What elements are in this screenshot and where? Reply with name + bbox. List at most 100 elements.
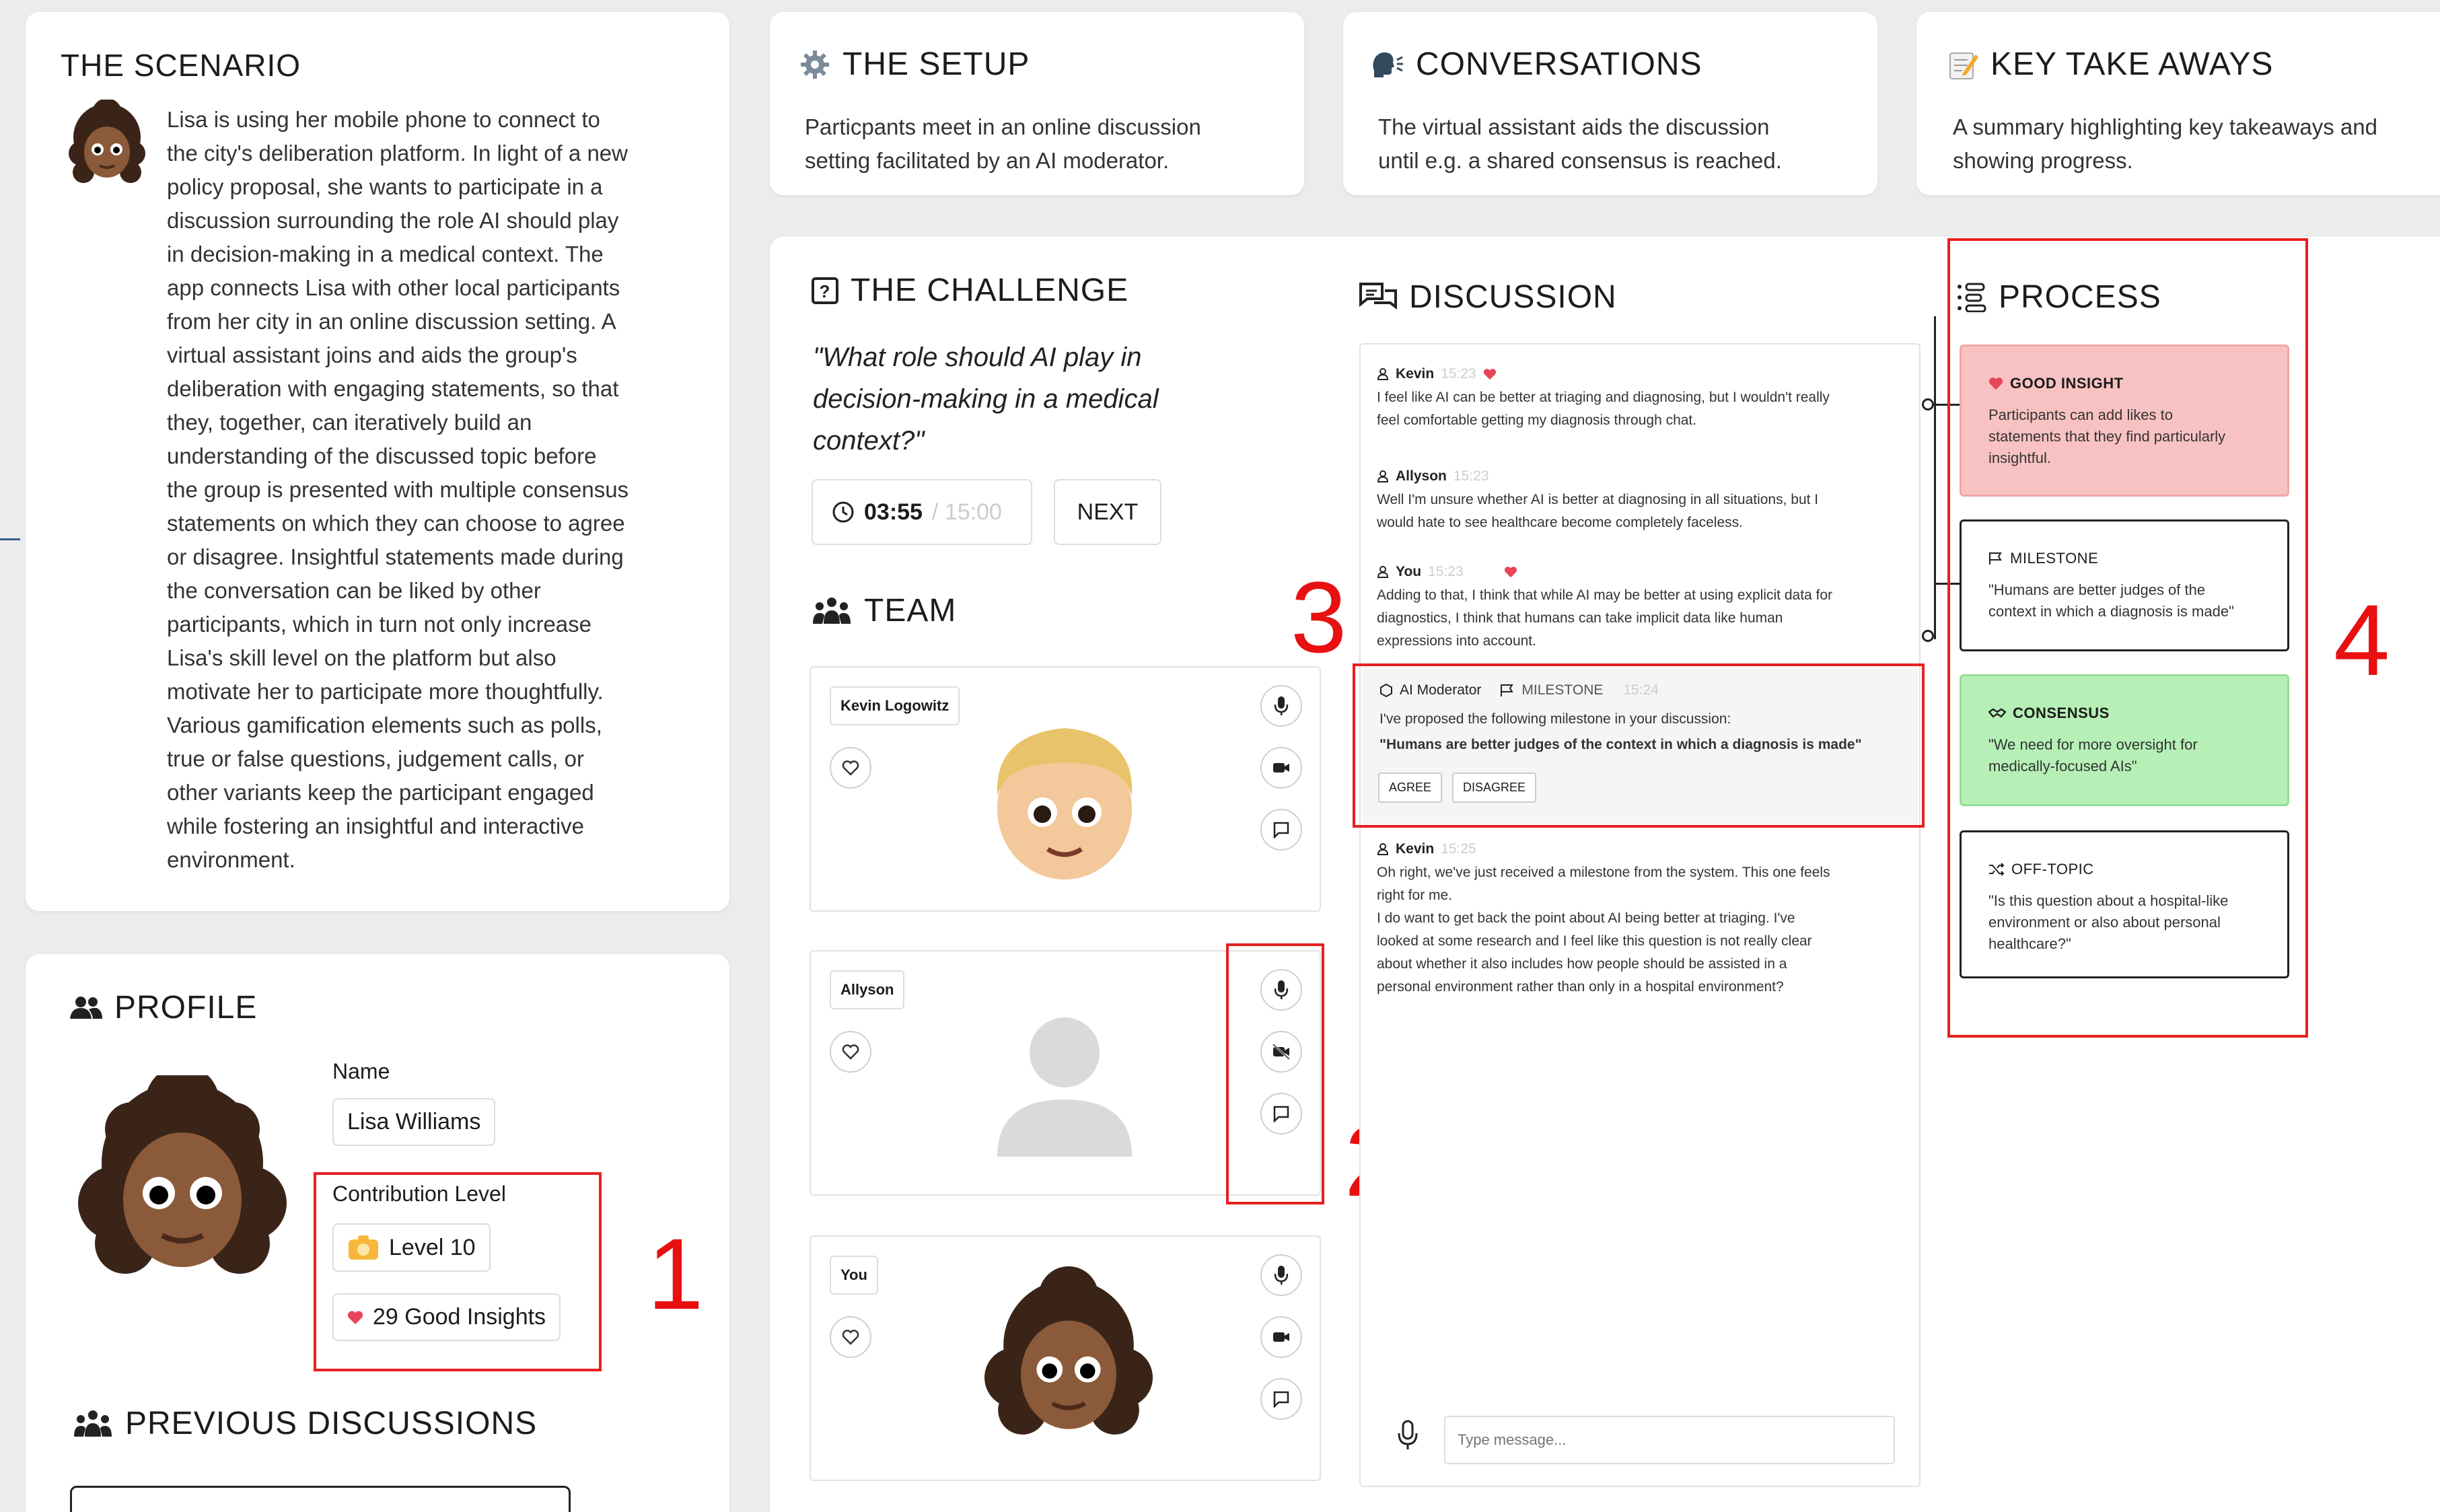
question-icon: ? [812,277,838,304]
timestamp: 15:23 [1441,366,1476,382]
challenge-title-row: ? THE CHALLENGE [812,272,1128,309]
message-line: about whether it also includes how peopl… [1377,956,1787,972]
camera-button[interactable] [1260,747,1302,789]
message-line: I feel like AI can be better at triaging… [1377,390,1830,405]
message-line: expressions into account. [1377,633,1536,649]
scenario-line: app connects Lisa with other local parti… [167,275,620,300]
scenario-line: statements on which they can choose to a… [167,511,625,536]
message-input[interactable] [1444,1416,1895,1464]
memo-icon [1947,49,1978,80]
scenario-line: in decision-making in a medical context.… [167,242,604,266]
takeaways-line: A summary highlighting key takeaways and [1953,114,2377,139]
annotation-number-4: 4 [2334,583,2390,696]
clock-icon [832,501,855,524]
setup-line: setting facilitated by an AI moderator. [805,148,1170,173]
message-text: I feel like AI can be better at triaging… [1377,386,1908,432]
message-allyson: Allyson 15:23 Well I'm unsure whether AI… [1377,468,1908,534]
takeaways-title-row: KEY TAKE AWAYS [1947,46,2273,83]
scenario-line: discussion surrounding the role AI shoul… [167,208,619,233]
timer: 03:55 / 15:00 [812,479,1032,545]
mic-button[interactable] [1260,1254,1302,1296]
user-icon [1377,566,1389,578]
author: Kevin [1396,366,1435,382]
chat-button[interactable] [1260,1378,1302,1420]
scenario-line: they, together, can iteratively build an [167,410,532,435]
question-line: "What role should AI play in [813,343,1142,372]
name-field[interactable]: Lisa Williams [332,1098,496,1146]
avatar-you [984,1264,1153,1459]
member-name: You [830,1256,878,1295]
timeline-line [1934,316,1936,639]
discussion-icon [1359,282,1397,312]
heart-icon[interactable] [1504,566,1517,578]
member-name: Allyson [830,970,905,1009]
scenario-line: from her city in an online discussion se… [167,309,616,334]
camera-button[interactable] [1260,1316,1302,1358]
question-line: decision-making in a medical [813,384,1159,414]
scenario-title: THE SCENARIO [61,48,301,83]
annotation-number-1: 1 [647,1217,704,1330]
message-header: Kevin 15:25 [1377,841,1908,857]
annotation-box-1 [314,1172,602,1371]
scenario-line: virtual assistant joins and aids the gro… [167,343,577,367]
message-line: feel comfortable getting my diagnosis th… [1377,412,1697,428]
message-header: Kevin 15:23 [1377,366,1908,382]
user-icon [1377,843,1389,855]
previous-title-row: PREVIOUS DISCUSSIONS [73,1405,537,1442]
takeaways-card: KEY TAKE AWAYS A summary highlighting ke… [1916,12,2440,195]
timer-elapsed: 03:55 [864,499,923,525]
message-line: diagnostics, I think that humans can tak… [1377,610,1783,626]
chat-button[interactable] [1260,809,1302,851]
setup-card: THE SETUP Particpants meet in an online … [770,12,1304,195]
message-line: would hate to see healthcare become comp… [1377,515,1743,530]
scenario-line: participants, which in turn not only inc… [167,612,591,637]
scenario-line: Lisa is using her mobile phone to connec… [167,107,600,132]
scenario-line: the conversation can be liked by other [167,578,541,603]
team-tile-kevin: Kevin Logowitz [810,666,1321,912]
scenario-line: Lisa's skill level on the platform but a… [167,645,557,670]
voice-input-icon[interactable] [1397,1420,1419,1454]
like-button[interactable] [830,747,871,789]
like-button[interactable] [830,1316,871,1358]
mic-button[interactable] [1260,685,1302,727]
like-button[interactable] [830,1031,871,1073]
scenario-line: while fostering an insightful and intera… [167,814,585,838]
svg-text:?: ? [820,281,831,301]
conversations-line: The virtual assistant aids the discussio… [1378,114,1770,139]
previous-discussion-item[interactable] [70,1486,571,1512]
message-text: Well I'm unsure whether AI is better at … [1377,489,1908,534]
scenario-line: policy proposal, she wants to participat… [167,174,603,199]
conversations-title: CONVERSATIONS [1416,46,1702,82]
timestamp: 15:23 [1428,564,1464,579]
previous-title: PREVIOUS DISCUSSIONS [125,1406,538,1441]
author: Allyson [1396,468,1447,484]
profile-title: PROFILE [114,990,258,1025]
placeholder-avatar [987,1005,1142,1160]
avatar-kevin [987,715,1142,883]
group-icon [73,1410,113,1438]
message-line: Well I'm unsure whether AI is better at … [1377,492,1819,507]
speaking-head-icon [1371,50,1404,79]
takeaways-line: showing progress. [1953,148,2133,173]
scenario-line: Various gamification elements such as po… [167,713,602,737]
scenario-line: the city's deliberation platform. In lig… [167,141,628,166]
author: You [1396,564,1422,579]
team-tile-you: You [810,1235,1321,1481]
conversations-card: CONVERSATIONS The virtual assistant aids… [1343,12,1877,195]
question-line: context?" [813,426,925,456]
timer-total: / 15:00 [931,499,1002,525]
message-line: I do want to get back the point about AI… [1377,910,1795,926]
next-button[interactable]: NEXT [1054,479,1161,545]
profile-title-row: PROFILE [70,989,257,1026]
message-line: personal environment rather than only in… [1377,979,1784,995]
timeline-node [1922,630,1934,642]
scenario-card: THE SCENARIO Lisa is using her mobile ph… [26,12,729,911]
timestamp: 15:25 [1441,841,1476,857]
message-kevin: Kevin 15:23 I feel like AI can be better… [1377,366,1908,432]
name-label: Name [332,1059,390,1083]
annotation-box-2 [1226,943,1324,1204]
heart-icon[interactable] [1483,368,1497,380]
setup-title-row: THE SETUP [799,46,1030,83]
edge-line [0,538,20,540]
message-text: Oh right, we've just received a mileston… [1377,861,1908,999]
